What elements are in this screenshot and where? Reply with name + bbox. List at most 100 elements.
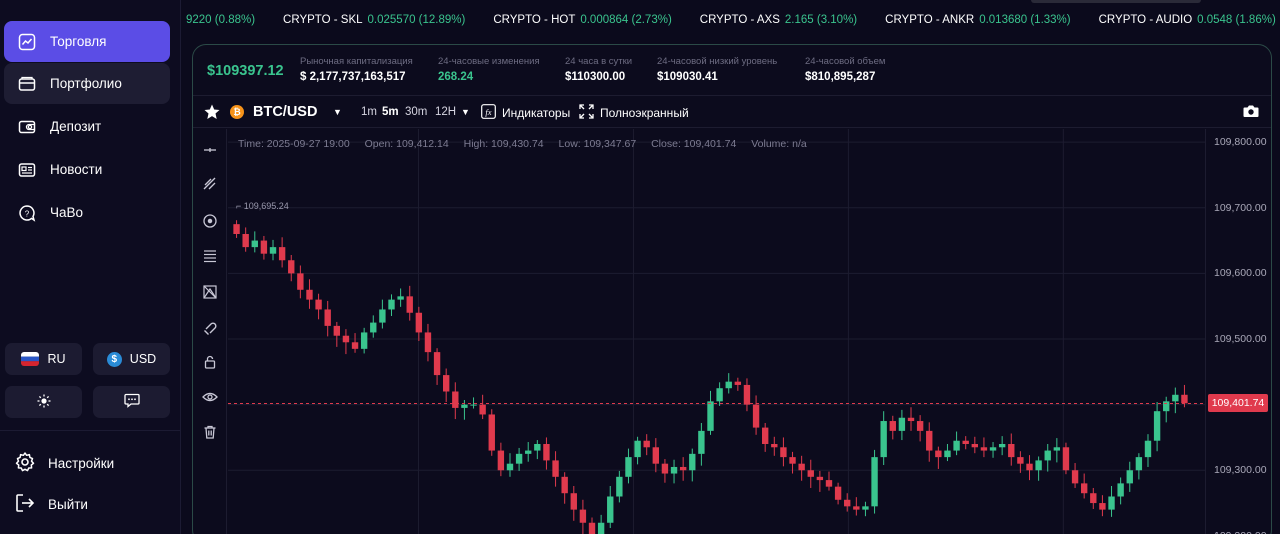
candle <box>1080 473 1088 499</box>
nav-item-label: ЧаВо <box>50 205 84 220</box>
theme-toggle[interactable] <box>5 386 82 418</box>
ticker-item[interactable]: CRYPTO - AXS 2.165 (3.10%) <box>700 14 857 26</box>
timeframe-12h[interactable]: 12H <box>435 106 456 118</box>
candle <box>844 493 851 512</box>
trash-icon[interactable] <box>201 423 219 441</box>
stat-label: 24 часа в сутки <box>565 56 633 67</box>
candle <box>552 451 559 487</box>
candle <box>989 442 997 458</box>
ticker-item[interactable]: CRYPTO - HOT 0.000864 (2.73%) <box>493 14 671 26</box>
sidebar-divider <box>0 430 181 431</box>
ticker-name: CRYPTO - AXS <box>699 14 780 26</box>
candle <box>306 279 313 309</box>
current-price-tag: 109,401.74 <box>1208 394 1268 413</box>
bitcoin-icon: ₿ <box>230 105 244 119</box>
candle <box>725 373 732 394</box>
ticker-item[interactable]: 9220 (0.88%) <box>181 14 255 26</box>
camera-icon[interactable] <box>1243 104 1259 121</box>
nav-item-portfolio[interactable]: Портфолио <box>4 63 170 104</box>
candle <box>953 431 960 456</box>
fullscreen-button[interactable]: Полноэкранный <box>579 104 689 122</box>
logout-button[interactable]: Выйти <box>14 492 88 517</box>
lock-icon[interactable] <box>201 353 219 371</box>
ticker-item[interactable]: CRYPTO - AUDIO 0.0548 (1.86%) <box>1099 14 1276 26</box>
target-tool-icon[interactable] <box>201 212 219 230</box>
axis-tick-label: 109,700.00 <box>1214 201 1267 214</box>
candle <box>1117 477 1124 505</box>
indicators-button[interactable]: fx Индикаторы <box>481 104 570 122</box>
candle <box>834 482 842 505</box>
stat-low: 24-часовой низкий уровень $109030.41 <box>657 56 777 83</box>
ticker-item[interactable]: CRYPTO - SKL 0.025570 (12.89%) <box>283 14 465 26</box>
nav-item-trading[interactable]: Торговля <box>4 21 170 62</box>
nav-item-faq[interactable]: ? ЧаВо <box>4 192 170 233</box>
candle <box>798 455 805 481</box>
candle <box>1053 438 1061 463</box>
fullscreen-icon <box>579 104 594 122</box>
timeframe-5m[interactable]: 5m <box>382 106 399 118</box>
timeframe-30m[interactable]: 30m <box>405 106 427 118</box>
chart-toolbar: ₿ BTC/USD ▼ 1m 5m 30m 12H ▼ fx Индикатор… <box>193 95 1271 128</box>
candle <box>916 415 924 442</box>
candle <box>643 434 650 456</box>
eye-icon[interactable] <box>201 388 219 406</box>
symbol-label[interactable]: BTC/USD <box>253 104 317 120</box>
ticker-value: 2.165 (3.10%) <box>784 14 858 26</box>
pattern-tool-icon[interactable] <box>201 283 219 301</box>
nav-item-label: Депозит <box>50 119 102 134</box>
fullscreen-label: Полноэкранный <box>600 106 689 120</box>
candle <box>515 447 523 471</box>
candle <box>433 348 441 385</box>
candle <box>1044 444 1051 472</box>
stat-market-cap: Рыночная капитализация $ 2,177,737,163,5… <box>300 56 413 83</box>
ticker-item[interactable]: CRYPTO - ANKR 0.013680 (1.33%) <box>885 14 1070 26</box>
candlestick-plot[interactable]: ⌐ 109,695.24 <box>228 129 1205 534</box>
ticker-value: 0.000864 (2.73%) <box>580 14 672 26</box>
current-price: $109397.12 <box>207 63 284 79</box>
chevron-down-icon[interactable]: ▼ <box>461 107 470 117</box>
max-price-label: ⌐ 109,695.24 <box>236 201 289 211</box>
indicators-label: Индикаторы <box>502 106 571 120</box>
magnet-tool-icon[interactable] <box>201 319 219 337</box>
nav-item-deposit[interactable]: Депозит <box>4 106 170 147</box>
chat-button[interactable] <box>93 386 170 418</box>
nav-item-news[interactable]: Новости <box>4 149 170 190</box>
candle <box>570 486 577 521</box>
timeframe-1m[interactable]: 1m <box>361 106 377 118</box>
candle <box>342 329 350 355</box>
trend-line-tool-icon[interactable] <box>201 175 219 193</box>
price-chart[interactable]: ⌐ 109,695.24 Time: 2025-09-27 19:00 Open… <box>228 129 1271 534</box>
candle <box>625 448 632 484</box>
nav-item-label: Портфолио <box>50 76 122 91</box>
gear-icon <box>14 451 36 476</box>
candle <box>351 333 359 353</box>
ohlc-time: Time: 2025-09-27 19:00 <box>238 138 350 150</box>
candle <box>661 459 669 483</box>
candle <box>233 220 240 238</box>
currency-select[interactable]: $ USD <box>93 343 170 375</box>
candle <box>479 394 486 420</box>
candle <box>1026 455 1033 481</box>
stat-label: 24-часовые изменения <box>438 56 540 67</box>
candle <box>324 300 331 337</box>
ticker-name: CRYPTO - ANKR <box>885 14 975 26</box>
crosshair-tool-icon[interactable] <box>201 141 219 159</box>
candle <box>1172 387 1179 414</box>
ohlc-legend: Time: 2025-09-27 19:00 Open: 109,412.14 … <box>238 138 819 150</box>
ticker-scroll-indicator <box>1031 0 1201 3</box>
star-icon[interactable] <box>203 103 221 124</box>
candle <box>1153 402 1161 452</box>
stat-value: $109030.41 <box>657 71 718 83</box>
language-select[interactable]: RU <box>5 343 82 375</box>
candle <box>634 436 641 465</box>
fib-levels-tool-icon[interactable] <box>201 247 219 265</box>
candle <box>588 517 596 534</box>
candle <box>297 265 304 299</box>
settings-button[interactable]: Настройки <box>14 451 114 476</box>
chevron-down-icon[interactable]: ▼ <box>333 107 342 117</box>
svg-text:?: ? <box>25 209 30 218</box>
axis-tick-label: 109,200.00 <box>1214 530 1267 534</box>
price-axis[interactable]: 109,800.00 109,700.00 109,600.00 109,500.00… <box>1205 129 1271 534</box>
ohlc-high: High: 109,430.74 <box>463 138 544 150</box>
candle <box>962 436 969 450</box>
